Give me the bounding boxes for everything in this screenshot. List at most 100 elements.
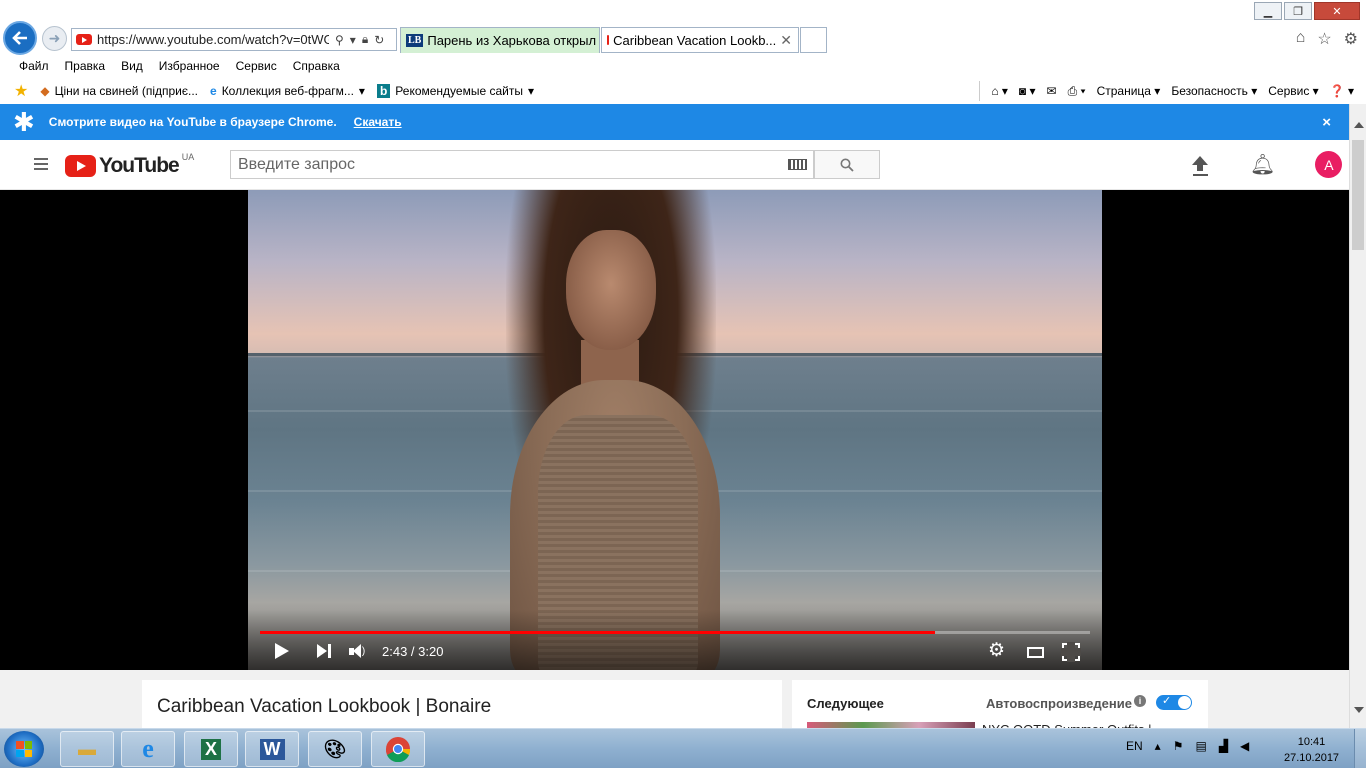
device-icon[interactable]: ▤: [1195, 739, 1206, 753]
autoplay-toggle[interactable]: ✓: [1156, 695, 1192, 710]
star-add-icon: ★: [14, 83, 29, 100]
clock-date: 27.10.2017: [1284, 752, 1340, 764]
gear-icon[interactable]: ⚙: [1344, 29, 1358, 49]
browser-titlebar: ➜ https://www.youtube.com/watch?v=0tWG ⚲…: [0, 0, 1366, 55]
theater-mode-button[interactable]: [1027, 647, 1044, 658]
close-tab-icon[interactable]: ✕: [780, 32, 792, 49]
banner-download-link[interactable]: Скачать: [354, 115, 402, 129]
progress-bar[interactable]: [260, 631, 1090, 634]
scroll-down-icon[interactable]: [1354, 707, 1364, 713]
favorite-webslice-gallery[interactable]: e Коллекция веб-фрагм... ▾: [210, 84, 365, 98]
home-icon[interactable]: ⌂: [1296, 29, 1306, 49]
lock-icon[interactable]: 🔒︎: [362, 32, 368, 47]
excel-taskbar-button[interactable]: X: [184, 731, 238, 767]
speaker-icon[interactable]: ◀︎: [1240, 739, 1249, 753]
browser-toolbar-icons: ⌂ ☆ ⚙: [1296, 29, 1358, 49]
info-icon[interactable]: i: [1134, 695, 1146, 707]
chrome-icon: [385, 737, 411, 762]
safety-menu[interactable]: Безопасность ▾: [1171, 84, 1257, 98]
feeds-button[interactable]: ◙ ▾: [1019, 84, 1036, 98]
minimize-button[interactable]: ▁: [1254, 2, 1282, 20]
folder-icon: ▬: [78, 738, 96, 759]
settings-gear-icon[interactable]: ⚙: [988, 639, 1005, 662]
mail-button[interactable]: ✉: [1047, 84, 1057, 98]
language-indicator[interactable]: EN: [1126, 739, 1143, 753]
home-button[interactable]: ⌂ ▾: [991, 84, 1008, 98]
menu-favorites[interactable]: Избранное: [159, 59, 220, 73]
chevron-down-icon[interactable]: ▾: [350, 33, 356, 47]
explorer-taskbar-button[interactable]: ▬: [60, 731, 114, 767]
tab-label: Caribbean Vacation Lookb...: [613, 32, 777, 48]
menu-help[interactable]: Справка: [293, 59, 340, 73]
youtube-wordmark: YouTube: [99, 154, 180, 177]
windows-taskbar: ▬ e X W 🎨︎ EN ▴ ⚑ ▤ ▟ ◀︎ 10:41 27.10.201…: [0, 728, 1366, 768]
page-menu[interactable]: Страница ▾: [1097, 84, 1161, 98]
word-taskbar-button[interactable]: W: [245, 731, 299, 767]
print-button[interactable]: ⎙ ▾: [1068, 84, 1086, 99]
chevron-up-icon[interactable]: ▴: [1155, 739, 1161, 753]
search-button[interactable]: [814, 150, 880, 179]
menu-icon[interactable]: [34, 158, 48, 173]
chrome-taskbar-button[interactable]: [371, 731, 425, 767]
menu-edit[interactable]: Правка: [65, 59, 106, 73]
scrollbar-thumb[interactable]: [1352, 140, 1364, 250]
tab-news[interactable]: LB Парень из Харькова открыл ...: [400, 27, 600, 53]
menu-view[interactable]: Вид: [121, 59, 143, 73]
pig-icon: ◆: [40, 84, 50, 98]
paint-taskbar-button[interactable]: 🎨︎: [308, 731, 362, 767]
next-button[interactable]: [316, 642, 332, 660]
header-actions: 🔔︎ A: [1190, 151, 1343, 178]
start-button[interactable]: [4, 731, 44, 767]
asterisk-icon: ✱: [13, 106, 35, 137]
search-icon[interactable]: ⚲: [335, 33, 344, 47]
address-url[interactable]: https://www.youtube.com/watch?v=0tWG: [97, 32, 329, 47]
word-icon: W: [259, 738, 285, 760]
video-frame[interactable]: ) 2:43 / 3:20 ⚙: [248, 190, 1102, 670]
page-scrollbar[interactable]: [1349, 104, 1366, 728]
volume-button[interactable]: ): [348, 642, 366, 660]
help-button[interactable]: ❓ ▾: [1330, 84, 1354, 98]
restore-button[interactable]: ❐: [1284, 2, 1312, 20]
up-next-label: Следующее: [807, 696, 884, 711]
search-icon: [840, 158, 854, 172]
youtube-logo[interactable]: YouTube UA: [65, 152, 194, 178]
favorite-suggested-sites[interactable]: b Рекомендуемые сайты ▾: [376, 84, 534, 98]
upload-icon[interactable]: [1190, 152, 1210, 178]
video-subject-face: [566, 230, 656, 350]
watch-page-content: Caribbean Vacation Lookbook | Bonaire Сл…: [0, 670, 1349, 740]
refresh-icon[interactable]: ↻: [374, 33, 384, 47]
banner-close-button[interactable]: ×: [1322, 114, 1331, 131]
printer-icon: ⎙: [1067, 83, 1078, 98]
forward-button[interactable]: ➜: [42, 26, 67, 51]
youtube-favicon-icon: [607, 35, 610, 45]
video-player[interactable]: ) 2:43 / 3:20 ⚙: [0, 190, 1349, 670]
menu-tools[interactable]: Сервис: [236, 59, 277, 73]
tools-menu[interactable]: Сервис ▾: [1268, 84, 1318, 98]
favorites-star-button[interactable]: ★: [14, 81, 28, 101]
favorites-star-icon[interactable]: ☆: [1317, 29, 1331, 49]
ie-icon: e: [210, 84, 217, 98]
clock[interactable]: 10:41 27.10.2017: [1284, 734, 1339, 766]
keyboard-icon[interactable]: [788, 159, 807, 170]
fullscreen-button[interactable]: [1061, 642, 1081, 662]
show-desktop-button[interactable]: [1354, 729, 1366, 768]
bell-icon[interactable]: 🔔︎: [1250, 152, 1275, 177]
close-window-button[interactable]: ✕: [1314, 2, 1360, 20]
address-bar[interactable]: https://www.youtube.com/watch?v=0tWG ⚲ ▾…: [71, 28, 397, 51]
bing-icon: b: [376, 84, 391, 98]
favorite-link-pigs[interactable]: ◆ Ціни на свиней (підприє...: [40, 84, 198, 98]
play-button[interactable]: [274, 642, 290, 660]
back-button[interactable]: [3, 21, 37, 55]
flag-icon[interactable]: ⚑: [1173, 739, 1184, 753]
rss-icon: ◙: [1018, 84, 1027, 98]
progress-played: [260, 631, 935, 634]
search-input[interactable]: Введите запрос: [230, 150, 814, 179]
favorite-label: Ціни на свиней (підприє...: [54, 84, 198, 98]
tab-youtube[interactable]: Caribbean Vacation Lookb... ✕: [601, 27, 799, 53]
ie-taskbar-button[interactable]: e: [121, 731, 175, 767]
avatar[interactable]: A: [1315, 151, 1343, 178]
menu-file[interactable]: Файл: [19, 59, 49, 73]
scroll-up-icon[interactable]: [1354, 122, 1364, 128]
signal-icon[interactable]: ▟: [1219, 739, 1228, 753]
new-tab-button[interactable]: [800, 27, 827, 53]
